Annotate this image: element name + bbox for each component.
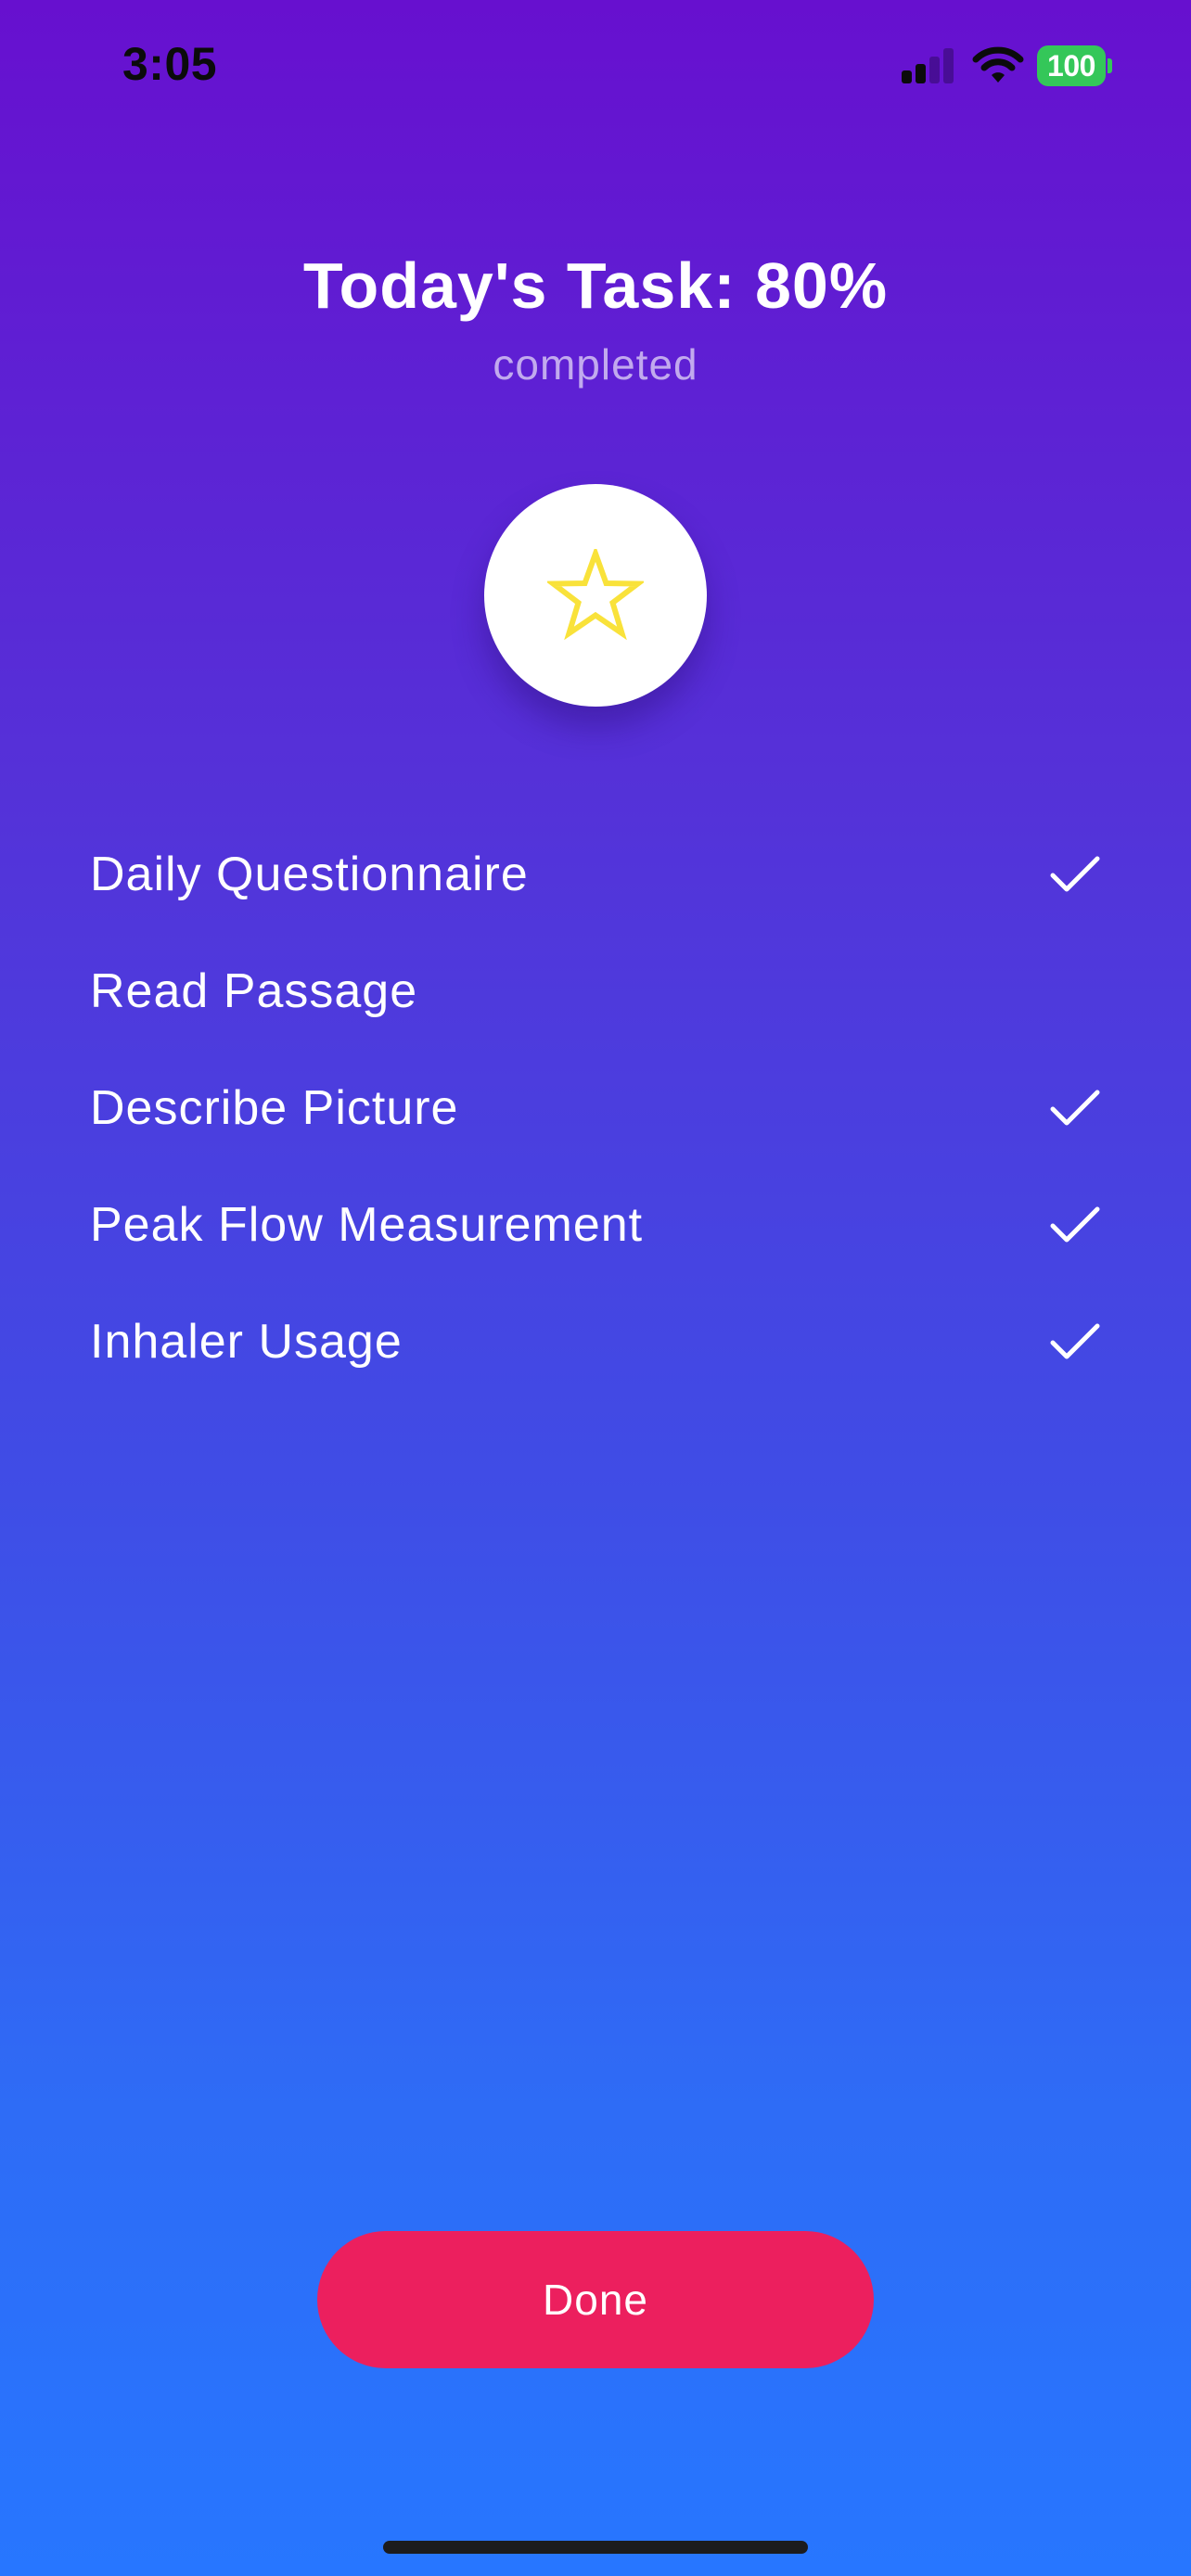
task-label: Describe Picture	[90, 1081, 459, 1135]
battery-cap	[1108, 58, 1112, 73]
status-time: 3:05	[122, 38, 218, 90]
page-subtitle: completed	[493, 340, 698, 389]
task-label: Daily Questionnaire	[90, 848, 529, 901]
signal-icon	[902, 48, 955, 83]
task-row[interactable]: Read Passage	[90, 933, 1101, 1050]
home-indicator[interactable]	[383, 2541, 808, 2554]
battery-icon: 100	[1037, 45, 1112, 86]
wifi-icon	[972, 46, 1024, 85]
task-label: Inhaler Usage	[90, 1315, 403, 1369]
signal-bar	[943, 48, 954, 83]
signal-bar	[916, 64, 926, 83]
task-row[interactable]: Daily Questionnaire	[90, 816, 1101, 933]
checkmark-icon	[1050, 1323, 1100, 1359]
checkmark-icon	[1050, 1090, 1100, 1126]
status-bar: 3:05 100	[0, 0, 1191, 139]
checkmark-icon	[1050, 1206, 1100, 1243]
task-list: Daily Questionnaire Read Passage Describ…	[90, 816, 1101, 1400]
page-title: Today's Task: 80%	[302, 249, 889, 322]
task-label: Peak Flow Measurement	[90, 1198, 644, 1252]
signal-bar	[929, 57, 940, 83]
star-badge	[484, 484, 707, 707]
task-label: Read Passage	[90, 964, 418, 1018]
task-row[interactable]: Inhaler Usage	[90, 1283, 1101, 1400]
done-button[interactable]: Done	[317, 2231, 874, 2368]
task-row[interactable]: Peak Flow Measurement	[90, 1167, 1101, 1283]
task-row[interactable]: Describe Picture	[90, 1050, 1101, 1167]
signal-bar	[902, 70, 912, 83]
checkmark-icon	[1050, 856, 1100, 892]
star-icon	[547, 549, 644, 641]
battery-level: 100	[1037, 45, 1106, 86]
